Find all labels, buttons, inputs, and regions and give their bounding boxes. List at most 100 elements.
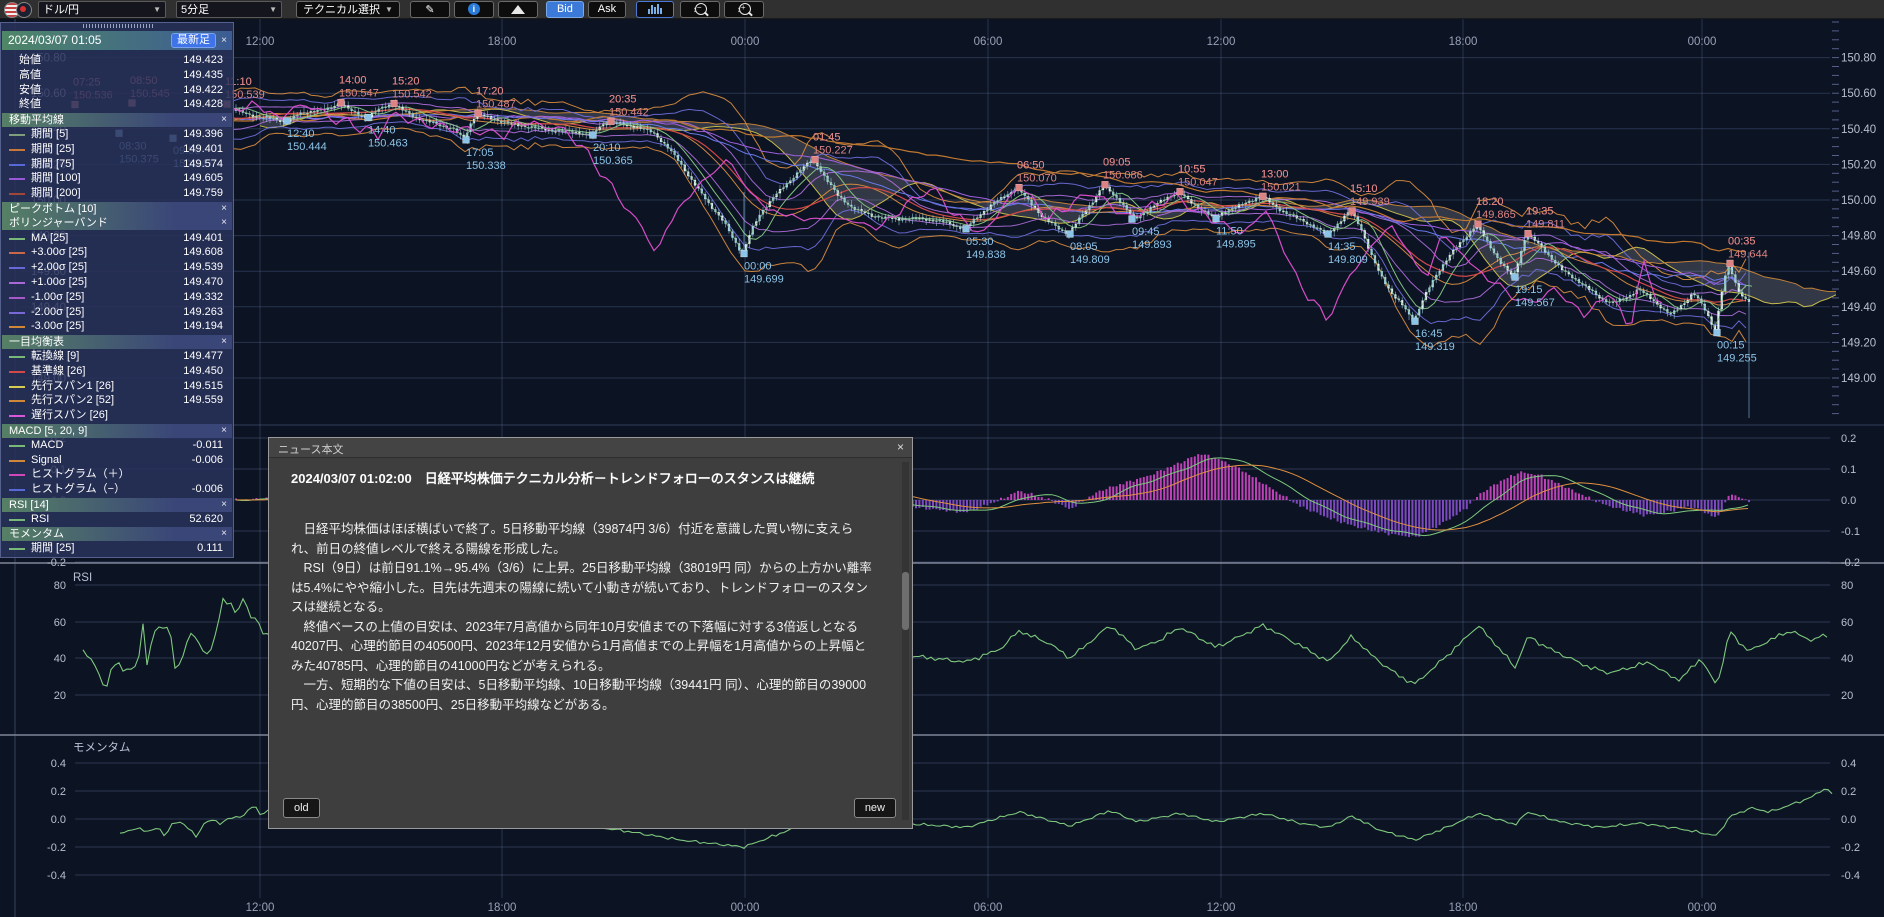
indicator-row: ヒストグラム（＋）	[1, 467, 233, 482]
close-icon[interactable]: ×	[221, 424, 227, 438]
pencil-icon: ✎	[425, 3, 434, 16]
line-color-swatch	[9, 386, 25, 388]
chevron-down-icon: ▼	[153, 5, 161, 14]
close-icon[interactable]: ×	[221, 527, 227, 541]
bid-toggle[interactable]: Bid	[546, 1, 584, 18]
pair-select[interactable]: ドル/円 ▼	[38, 1, 166, 18]
line-color-swatch	[9, 371, 25, 373]
area-chart-button[interactable]	[498, 1, 538, 18]
row-value: 149.559	[183, 393, 223, 408]
zoom-in-icon: +	[739, 3, 751, 15]
row-label: 始値	[19, 53, 41, 68]
indicator-row: -1.00σ [25]149.332	[1, 290, 233, 305]
annotation-time: 18:20	[1476, 196, 1504, 208]
row-value: 149.401	[183, 231, 223, 246]
close-icon[interactable]: ×	[221, 216, 227, 230]
annotation-price: 150.547	[339, 88, 379, 100]
dialog-scrollbar[interactable]	[902, 462, 909, 820]
annotation-time: 10:55	[1178, 164, 1206, 176]
section-title: ボリンジャーバンド	[9, 217, 108, 229]
timeframe-select-value: 5分足	[181, 1, 209, 17]
time-axis-label: 18:00	[488, 36, 517, 48]
current-bar-datetime: 2024/03/07 01:05	[8, 33, 101, 47]
zoom-out-button[interactable]: ↕ −	[680, 1, 720, 18]
annotation-price: 149.838	[966, 249, 1006, 261]
annotation-time: 13:00	[1261, 168, 1289, 180]
indicator-row: -2.00σ [25] 149.263	[1, 305, 233, 320]
momentum-axis-label: 0.2	[1841, 786, 1856, 798]
candle-chart-button[interactable]	[636, 1, 674, 18]
rsi-axis-label: 20	[1841, 690, 1853, 702]
close-icon[interactable]: ×	[221, 113, 227, 127]
row-value: 149.263	[183, 305, 223, 320]
latest-bar-button[interactable]: 最新足	[171, 33, 216, 48]
close-icon[interactable]: ×	[897, 440, 904, 454]
row-label: -2.00σ [25]	[31, 305, 84, 320]
time-axis-label: 00:00	[731, 36, 760, 48]
indicator-row: 期間 [200]149.759	[1, 186, 233, 201]
annotation-price: 150.444	[287, 141, 327, 153]
close-icon[interactable]: ×	[221, 31, 227, 50]
info-button[interactable]: i	[454, 1, 494, 18]
row-label: +2.00σ [25]	[31, 260, 87, 275]
indicator-row: MACD-0.011	[1, 438, 233, 453]
ask-label: Ask	[598, 3, 616, 15]
row-value: 149.515	[183, 379, 223, 394]
momentum-axis-label: 0.4	[1841, 758, 1856, 770]
indicator-row: 期間 [25]0.111	[1, 541, 233, 556]
timeframe-select[interactable]: 5分足 ▼	[176, 1, 282, 18]
annotation-price: 149.809	[1070, 254, 1110, 266]
indicator-row: +3.00σ [25]149.608	[1, 245, 233, 260]
scrollbar-thumb[interactable]	[902, 572, 909, 630]
indicator-row: 期間 [100]149.605	[1, 171, 233, 186]
momentum-axis-label: 0.2	[51, 786, 66, 798]
price-axis-label: 150.40	[1841, 124, 1876, 136]
sidebar-date-header: 2024/03/07 01:05 最新足 ×	[2, 31, 232, 50]
draw-tool-button[interactable]: ✎	[410, 1, 450, 18]
new-news-button[interactable]: new	[854, 798, 896, 818]
line-color-swatch	[9, 474, 25, 476]
indicator-row: ヒストグラム（−）-0.006	[1, 482, 233, 497]
line-color-swatch	[9, 134, 25, 136]
row-label: -3.00σ [25]	[31, 319, 84, 334]
news-dialog: ニュース本文 × 2024/03/07 01:02:00 日経平均株価テクニカル…	[268, 437, 913, 829]
ask-toggle[interactable]: Ask	[588, 1, 626, 18]
row-label: 期間 [75]	[31, 157, 74, 172]
macd-axis-label: -0.1	[1841, 526, 1860, 538]
zoom-in-button[interactable]: ↕ +	[724, 1, 764, 18]
toolbar: ドル/円 ▼ 5分足 ▼ テクニカル選択 ▼ ✎ i Bid Ask ↕	[0, 0, 1884, 19]
price-axis-label: 149.00	[1841, 373, 1876, 385]
close-icon[interactable]: ×	[221, 335, 227, 349]
indicator-row: 転換線 [9]149.477	[1, 349, 233, 364]
annotation-price: 149.319	[1415, 341, 1455, 353]
annotation-time: 17:05	[466, 147, 494, 159]
row-value: 149.539	[183, 260, 223, 275]
indicator-row: MA [25] 149.401	[1, 231, 233, 246]
bottom-annotation: 14:40150.463	[365, 114, 408, 149]
close-icon[interactable]: ×	[221, 202, 227, 216]
sidebar-grip[interactable]	[83, 24, 153, 28]
row-label: RSI	[31, 512, 49, 527]
momentum-axis-label: -0.2	[1841, 842, 1860, 854]
section-header: モメンタム×	[2, 527, 232, 541]
dialog-titlebar[interactable]: ニュース本文 ×	[269, 438, 912, 458]
annotation-price: 150.047	[1178, 177, 1218, 189]
macd-axis-label: -0.2	[1841, 557, 1860, 569]
technical-select-button[interactable]: テクニカル選択 ▼	[296, 1, 400, 18]
row-label: MA [25]	[31, 231, 68, 246]
momentum-axis-label: -0.4	[47, 870, 66, 882]
row-label: 期間 [25]	[31, 541, 74, 556]
line-color-swatch	[9, 178, 25, 180]
annotation-time: 15:20	[392, 76, 420, 88]
annotation-time: 08:05	[1070, 241, 1098, 253]
section-title: RSI [14]	[9, 499, 49, 511]
annotation-price: 150.442	[609, 106, 649, 118]
line-color-swatch	[9, 460, 25, 462]
row-value: 149.477	[183, 349, 223, 364]
annotation-time: 01:45	[813, 132, 841, 144]
section-header: 移動平均線×	[2, 113, 232, 127]
close-icon[interactable]: ×	[221, 498, 227, 512]
old-news-button[interactable]: old	[283, 798, 320, 818]
row-label: 安値	[19, 83, 41, 98]
time-axis-label: 12:00	[246, 36, 275, 48]
